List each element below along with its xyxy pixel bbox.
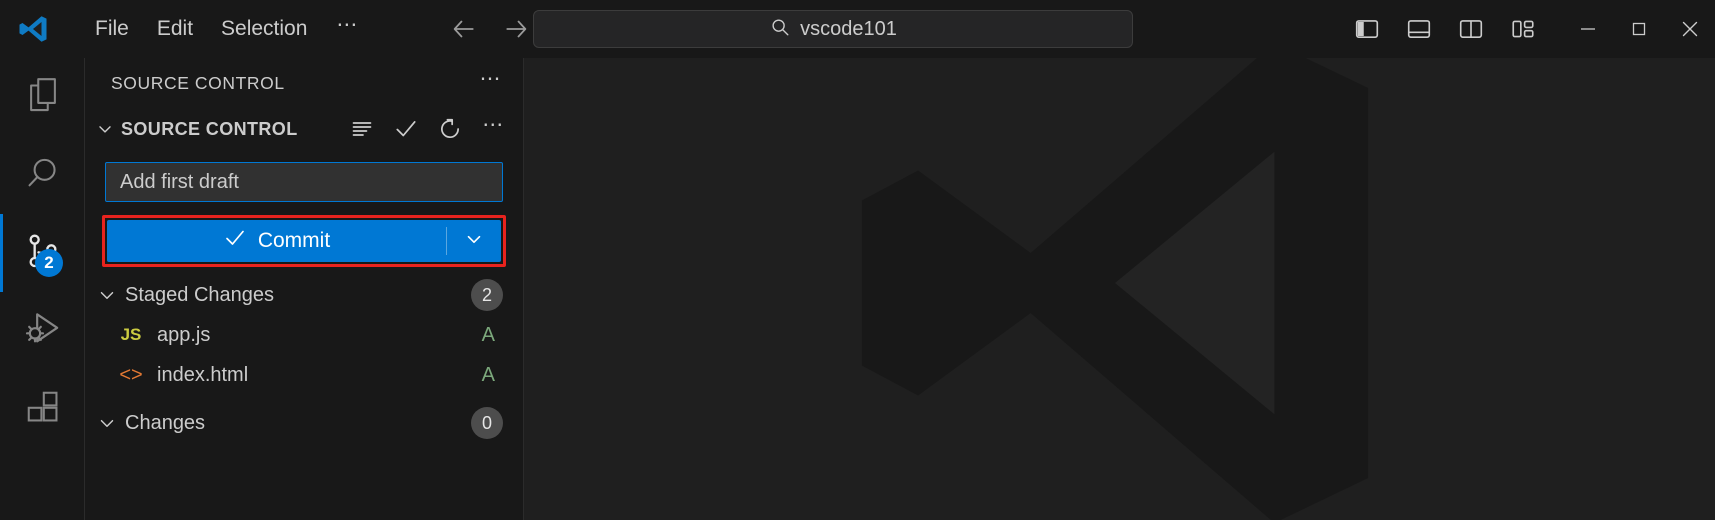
menu-selection[interactable]: Selection (208, 11, 320, 46)
panel-left-icon[interactable] (1352, 14, 1382, 44)
search-icon (769, 16, 791, 43)
sidebar-view-title: SOURCE CONTROL (111, 72, 285, 93)
group-header-staged-changes[interactable]: Staged Changes 2 (85, 275, 523, 315)
vscode-watermark-logo (815, 58, 1415, 520)
editor-area (525, 58, 1715, 520)
group-count-staged-changes: 2 (471, 279, 503, 311)
window-controls (1562, 0, 1715, 58)
list-item[interactable]: JS app.js A (85, 315, 523, 355)
refresh-icon[interactable] (437, 116, 463, 142)
check-icon[interactable] (393, 116, 419, 142)
sidebar-title-bar: SOURCE CONTROL ⋯ (85, 58, 523, 108)
ellipsis-icon[interactable]: ⋯ (481, 111, 507, 137)
group-count-changes: 0 (471, 407, 503, 439)
minimize-icon[interactable] (1562, 0, 1613, 58)
vscode-logo-icon (10, 0, 56, 58)
group-label-staged-changes: Staged Changes (125, 283, 275, 306)
menu-file[interactable]: File (82, 11, 142, 46)
layout-controls (1352, 0, 1538, 58)
commit-message-value: Add first draft (120, 170, 239, 193)
file-name: app.js (157, 323, 211, 346)
panel-right-icon[interactable] (1456, 14, 1486, 44)
arrow-right-icon[interactable] (501, 14, 531, 44)
quick-input-search[interactable]: vscode101 (533, 10, 1133, 48)
commit-button-label: Commit (257, 229, 331, 252)
activity-bar: 2 (0, 58, 85, 520)
title-bar: File Edit Selection ⋯ vscode101 (0, 0, 1715, 58)
status-badge: A (481, 323, 495, 346)
activity-bar-item-extensions[interactable] (0, 370, 85, 448)
commit-button[interactable]: Commit (107, 220, 501, 262)
status-badge: A (481, 363, 495, 386)
commit-button-highlight: Commit (102, 215, 506, 267)
chevron-down-icon (93, 117, 117, 141)
menu-bar: File Edit Selection ⋯ (82, 11, 374, 46)
chevron-down-icon (95, 283, 119, 307)
file-name: index.html (157, 363, 249, 386)
search-icon (24, 154, 62, 197)
activity-bar-item-explorer[interactable] (0, 58, 85, 136)
vscode-window: File Edit Selection ⋯ vscode101 2 SOURCE… (0, 0, 1715, 520)
source-control-sidebar: SOURCE CONTROL ⋯ SOURCE CONTROL ⋯ Add fi… (85, 58, 524, 520)
chevron-down-icon (463, 228, 485, 255)
navigation-controls (449, 14, 531, 44)
sidebar-views-more-icon[interactable]: ⋯ (480, 66, 504, 91)
check-icon (223, 226, 247, 256)
activity-bar-item-search[interactable] (0, 136, 85, 214)
activity-bar-item-run-and-debug[interactable] (0, 292, 85, 370)
menu-overflow-icon[interactable]: ⋯ (322, 12, 374, 37)
activity-bar-item-source-control[interactable]: 2 (0, 214, 85, 292)
group-header-changes[interactable]: Changes 0 (85, 403, 523, 443)
menu-edit[interactable]: Edit (144, 11, 206, 46)
list-flat-icon[interactable] (349, 116, 375, 142)
run-debug-icon (23, 309, 63, 354)
quick-input-value: vscode101 (800, 17, 897, 40)
layout-grid-icon[interactable] (1508, 14, 1538, 44)
extensions-icon (24, 388, 62, 431)
files-icon (24, 76, 62, 119)
commit-message-input[interactable]: Add first draft (105, 162, 503, 202)
source-control-section-header[interactable]: SOURCE CONTROL ⋯ (85, 108, 523, 150)
commit-button-content: Commit (107, 226, 446, 256)
arrow-left-icon[interactable] (449, 14, 479, 44)
source-control-badge: 2 (35, 249, 63, 277)
html-file-icon: <> (119, 363, 143, 386)
group-label-changes: Changes (125, 411, 206, 434)
source-control-section-title: SOURCE CONTROL (121, 118, 298, 139)
js-file-icon: JS (120, 325, 142, 344)
source-control-section-actions: ⋯ (349, 113, 523, 142)
close-icon[interactable] (1664, 0, 1715, 58)
panel-bottom-icon[interactable] (1404, 14, 1434, 44)
list-item[interactable]: <> index.html A (85, 355, 523, 395)
commit-dropdown-button[interactable] (447, 228, 501, 255)
maximize-icon[interactable] (1613, 0, 1664, 58)
chevron-down-icon (95, 411, 119, 435)
